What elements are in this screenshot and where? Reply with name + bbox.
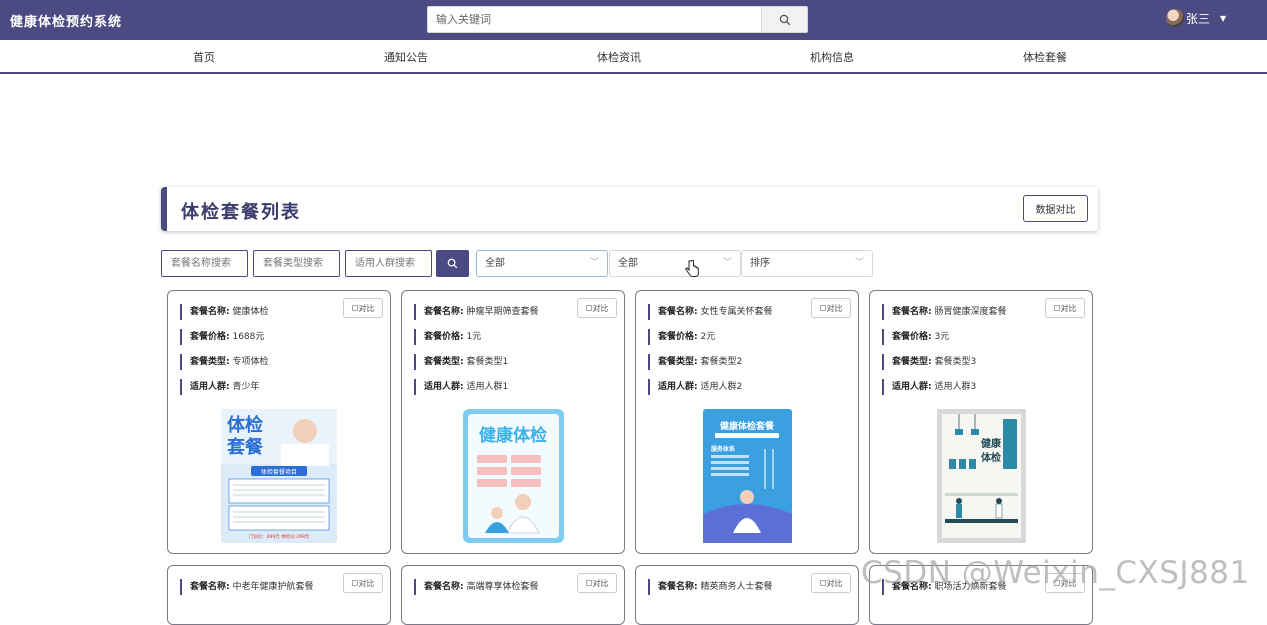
type-filter — [253, 250, 340, 277]
crowd-select[interactable]: 全部 ﹀ — [609, 250, 741, 277]
package-price: 套餐价格: 3元 — [882, 329, 949, 345]
package-name: 套餐名称: 健康体检 — [180, 304, 269, 320]
nav-item-home[interactable]: 首页 — [193, 49, 215, 65]
app-title: 健康体检预约系统 — [10, 15, 123, 30]
search-icon — [447, 258, 458, 269]
compare-checkbox[interactable]: 对比 — [1045, 298, 1085, 318]
chevron-down-icon: ﹀ — [854, 258, 864, 268]
package-price: 套餐价格: 1元 — [414, 329, 481, 345]
package-type: 套餐类型: 套餐类型2 — [648, 354, 742, 370]
package-poster-image: 健康体检套餐 服务体系 — [703, 409, 792, 543]
package-price: 套餐价格: 2元 — [648, 329, 715, 345]
caret-down-icon: ▼ — [1220, 13, 1227, 23]
svg-text:套餐: 套餐 — [227, 436, 264, 458]
crowd-select-value: 全部 — [618, 258, 638, 269]
package-type: 套餐类型: 专项体检 — [180, 354, 269, 370]
watermark: CSDN @Weixin_CXSJ881 — [861, 555, 1250, 591]
main-nav: 首页 通知公告 体检资讯 机构信息 体检套餐 — [0, 40, 1267, 74]
top-bar: 健康体检预约系统 张三 ▼ — [0, 0, 1267, 40]
compare-checkbox[interactable]: 对比 — [577, 298, 617, 318]
name-filter — [161, 250, 248, 277]
svg-text:体检: 体检 — [227, 414, 263, 436]
compare-checkbox[interactable]: 对比 — [577, 573, 617, 593]
nav-item-institution[interactable]: 机构信息 — [810, 49, 854, 65]
search-icon — [779, 14, 790, 25]
svg-text:体检: 体检 — [981, 451, 1001, 464]
package-type: 套餐类型: 套餐类型3 — [882, 354, 976, 370]
svg-text:健康体检套餐: 健康体检套餐 — [720, 420, 775, 432]
package-type-search-input[interactable] — [254, 251, 339, 276]
package-poster-image: 体检 套餐 体检套餐项目 门诊价：499元 体检价:299元 — [221, 409, 337, 543]
package-name: 套餐名称: 中老年健康护航套餐 — [180, 579, 314, 595]
search-button[interactable] — [761, 7, 807, 32]
package-price: 套餐价格: 1688元 — [180, 329, 264, 345]
hand-cursor-icon — [685, 260, 699, 277]
package-card[interactable]: 对比 套餐名称: 健康体检 套餐价格: 1688元 套餐类型: 专项体检 适用人… — [167, 290, 391, 554]
compare-checkbox[interactable]: 对比 — [343, 298, 383, 318]
package-card[interactable]: 对比 套餐名称: 肿瘤早期筛查套餐 套餐价格: 1元 套餐类型: 套餐类型1 适… — [401, 290, 625, 554]
nav-item-packages[interactable]: 体检套餐 — [1023, 49, 1067, 65]
nav-item-news[interactable]: 体检资讯 — [597, 49, 641, 65]
chevron-down-icon: ﹀ — [589, 258, 599, 268]
package-crowd: 适用人群: 适用人群3 — [882, 379, 976, 395]
package-type: 套餐类型: 套餐类型1 — [414, 354, 508, 370]
compare-checkbox[interactable]: 对比 — [811, 298, 851, 318]
package-name: 套餐名称: 高端尊享体检套餐 — [414, 579, 539, 595]
package-card[interactable]: 对比 套餐名称: 女性专属关怀套餐 套餐价格: 2元 套餐类型: 套餐类型2 适… — [635, 290, 859, 554]
list-header: 体检套餐列表 数据对比 — [161, 187, 1098, 231]
svg-text:健康: 健康 — [981, 437, 1002, 450]
package-card[interactable]: 对比 套餐名称: 中老年健康护航套餐 — [167, 565, 391, 625]
svg-text:服务体系: 服务体系 — [711, 445, 735, 453]
type-select[interactable]: 全部 ﹀ — [476, 250, 608, 277]
package-crowd: 适用人群: 适用人群2 — [648, 379, 742, 395]
package-crowd: 适用人群: 适用人群1 — [414, 379, 508, 395]
data-compare-button[interactable]: 数据对比 — [1023, 195, 1088, 222]
chevron-down-icon: ﹀ — [722, 258, 732, 268]
package-poster-image: 健康 体检 — [937, 409, 1026, 543]
crowd-search-input[interactable] — [346, 251, 431, 276]
package-card[interactable]: 对比 套餐名称: 高端尊享体检套餐 — [401, 565, 625, 625]
package-name: 套餐名称: 精英商务人士套餐 — [648, 579, 773, 595]
svg-text:体检套餐项目: 体检套餐项目 — [261, 468, 297, 476]
sort-select-value: 排序 — [750, 258, 770, 269]
package-card[interactable]: 对比 套餐名称: 肠胃健康深度套餐 套餐价格: 3元 套餐类型: 套餐类型3 适… — [869, 290, 1093, 554]
svg-text:门诊价：499元 体检价:299元: 门诊价：499元 体检价:299元 — [249, 533, 310, 540]
user-menu[interactable]: 张三 ▼ — [1166, 9, 1226, 27]
nav-item-notices[interactable]: 通知公告 — [384, 49, 428, 65]
search-box — [427, 6, 808, 33]
package-name-search-input[interactable] — [162, 251, 247, 276]
type-select-value: 全部 — [485, 258, 505, 269]
package-name: 套餐名称: 肿瘤早期筛查套餐 — [414, 304, 539, 320]
sort-select[interactable]: 排序 ﹀ — [741, 250, 873, 277]
package-poster-image: 健康体检 — [463, 409, 564, 543]
package-name: 套餐名称: 女性专属关怀套餐 — [648, 304, 773, 320]
package-name: 套餐名称: 肠胃健康深度套餐 — [882, 304, 1007, 320]
search-input[interactable] — [428, 7, 762, 32]
package-crowd: 适用人群: 青少年 — [180, 379, 260, 395]
svg-text:健康体检: 健康体检 — [479, 425, 547, 446]
avatar — [1166, 9, 1184, 27]
package-card[interactable]: 对比 套餐名称: 精英商务人士套餐 — [635, 565, 859, 625]
user-name: 张三 — [1186, 11, 1211, 26]
compare-checkbox[interactable]: 对比 — [811, 573, 851, 593]
page-title: 体检套餐列表 — [181, 202, 301, 223]
crowd-filter — [345, 250, 432, 277]
compare-checkbox[interactable]: 对比 — [343, 573, 383, 593]
filter-search-button[interactable] — [436, 250, 469, 277]
